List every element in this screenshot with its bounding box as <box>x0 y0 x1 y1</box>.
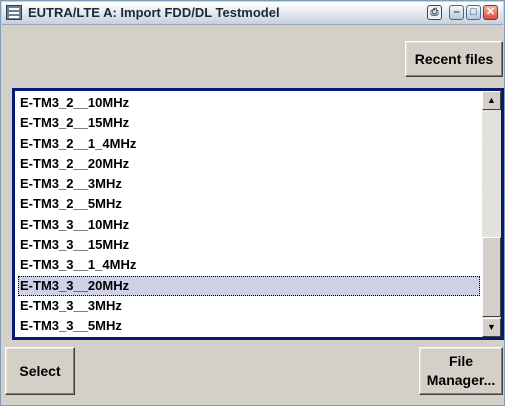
scroll-down-icon[interactable]: ▼ <box>482 318 501 337</box>
list-item[interactable]: E-TM3_2__1_4MHz <box>18 134 480 154</box>
list-item[interactable]: E-TM3_3__5MHz <box>18 316 480 336</box>
title-bar[interactable]: EUTRA/LTE A: Import FDD/DL Testmodel ⎙ –… <box>2 2 503 25</box>
minimize-icon[interactable]: – <box>449 5 464 20</box>
testmodel-list[interactable]: E-TM3_2__10MHz E-TM3_2__15MHz E-TM3_2__1_4… <box>18 93 480 337</box>
select-button[interactable]: Select <box>5 347 75 395</box>
list-item[interactable]: E-TM3_2__5MHz <box>18 194 480 214</box>
close-icon[interactable]: ✕ <box>483 5 498 20</box>
scroll-up-icon[interactable]: ▲ <box>482 91 501 110</box>
list-item[interactable]: E-TM3_2__3MHz <box>18 174 480 194</box>
list-item[interactable]: E-TM3_3__3MHz <box>18 296 480 316</box>
window-title: EUTRA/LTE A: Import FDD/DL Testmodel <box>28 5 280 20</box>
list-item[interactable]: E-TM3_2__10MHz <box>18 93 480 113</box>
recent-files-label: Recent files <box>414 51 494 67</box>
recent-files-button[interactable]: Recent files <box>405 41 503 77</box>
list-item[interactable]: E-TM3_2__20MHz <box>18 154 480 174</box>
list-scrollbar[interactable]: ▲ ▼ <box>482 91 501 337</box>
list-item[interactable]: E-TM3_3__15MHz <box>18 235 480 255</box>
file-manager-button[interactable]: File Manager... <box>419 347 503 395</box>
select-label: Select <box>19 363 61 379</box>
list-item[interactable]: E-TM3_3__20MHz <box>18 275 480 296</box>
scrollbar-thumb[interactable] <box>482 237 501 317</box>
import-testmodel-dialog: EUTRA/LTE A: Import FDD/DL Testmodel ⎙ –… <box>0 0 505 406</box>
file-manager-label-line2: Manager... <box>426 372 496 388</box>
list-item[interactable]: E-TM3_3__10MHz <box>18 215 480 235</box>
testmodel-list-frame: E-TM3_2__10MHz E-TM3_2__15MHz E-TM3_2__1_4… <box>12 88 504 340</box>
list-item[interactable]: E-TM3_2__15MHz <box>18 113 480 133</box>
print-icon[interactable]: ⎙ <box>427 5 442 20</box>
file-manager-label-line1: File <box>448 353 474 369</box>
list-item[interactable]: E-TM3_3__1_4MHz <box>18 255 480 275</box>
maximize-icon[interactable]: □ <box>466 5 481 20</box>
app-icon <box>6 5 22 20</box>
